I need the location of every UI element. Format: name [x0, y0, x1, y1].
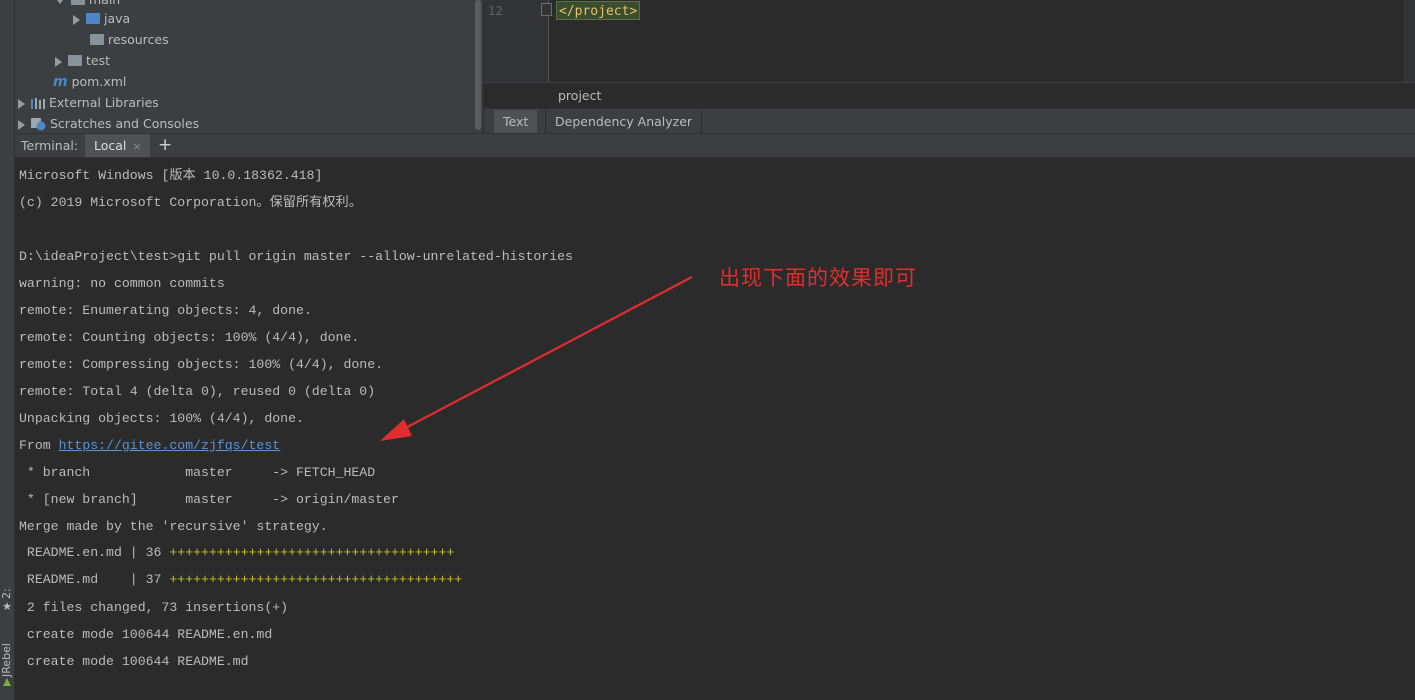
tree-item-label: test: [86, 53, 111, 68]
code-line[interactable]: </project>: [556, 1, 641, 20]
terminal-line: remote: Total 4 (delta 0), reused 0 (del…: [19, 384, 376, 399]
source-folder-icon: [86, 13, 100, 24]
favorites-tab[interactable]: 2: Favorites: [0, 537, 26, 599]
tree-item-scratches[interactable]: Scratches and Consoles: [18, 113, 199, 133]
star-icon: ★: [2, 600, 12, 613]
from-prefix: From: [19, 438, 59, 453]
resources-folder-icon: [90, 34, 104, 45]
tree-scrollbar-thumb[interactable]: [475, 0, 481, 130]
remote-url-link[interactable]: https://gitee.com/zjfqs/test: [59, 438, 281, 453]
terminal-line: create mode 100644 README.md: [19, 654, 249, 669]
diffstat-line: README.md | 37 +++++++++++++++++++++++++…: [19, 570, 462, 590]
tab-dependency-analyzer[interactable]: Dependency Analyzer: [545, 110, 703, 133]
new-terminal-button[interactable]: +: [158, 135, 172, 155]
terminal-line: warning: no common commits: [19, 276, 225, 291]
terminal-label: Terminal:: [21, 138, 79, 153]
tree-item-label: resources: [108, 32, 169, 47]
tree-item-test[interactable]: test: [55, 50, 110, 71]
tree-item-resources[interactable]: resources: [90, 29, 169, 50]
terminal-line: remote: Counting objects: 100% (4/4), do…: [19, 330, 360, 345]
terminal-command-line: D:\ideaProject\test>git pull origin mast…: [19, 249, 573, 264]
terminal-line: * branch master -> FETCH_HEAD: [19, 465, 376, 480]
terminal-tab-local[interactable]: Local ×: [85, 134, 150, 157]
annotation-text: 出现下面的效果即可: [719, 266, 917, 290]
folder-icon: [71, 0, 85, 5]
tree-item-external-libraries[interactable]: External Libraries: [18, 92, 159, 113]
breadcrumb[interactable]: project: [558, 88, 601, 103]
tree-item-label: External Libraries: [49, 95, 159, 110]
terminal-line: create mode 100644 README.en.md: [19, 627, 273, 642]
chevron-right-icon[interactable]: [18, 98, 25, 109]
terminal-line: Unpacking objects: 100% (4/4), done.: [19, 411, 304, 426]
tree-item-label: main: [89, 0, 120, 7]
terminal-from-line: From https://gitee.com/zjfqs/test: [19, 436, 280, 456]
chevron-right-icon[interactable]: [18, 119, 25, 130]
diffstat-plus: ++++++++++++++++++++++++++++++++++++: [169, 545, 455, 560]
tree-item-label: java: [104, 11, 131, 26]
tree-item-label: Scratches and Consoles: [50, 116, 200, 131]
library-icon: [31, 98, 45, 109]
line-number: 12: [488, 3, 504, 18]
breadcrumb-bar: [484, 82, 1415, 109]
maven-icon: m: [53, 74, 68, 90]
chevron-right-icon[interactable]: [55, 56, 62, 67]
folder-icon: [68, 55, 82, 66]
terminal-header: [15, 133, 1415, 158]
tree-item-label: pom.xml: [71, 74, 127, 89]
jrebel-tab[interactable]: JRebel: [0, 635, 14, 677]
chevron-down-icon[interactable]: [55, 0, 65, 4]
terminal-line: Microsoft Windows [版本 10.0.18362.418]: [19, 168, 323, 183]
diffstat-plus: +++++++++++++++++++++++++++++++++++++: [169, 572, 463, 587]
diffstat-file: README.md | 37: [19, 572, 170, 587]
terminal-line: remote: Compressing objects: 100% (4/4),…: [19, 357, 384, 372]
terminal-line: 2 files changed, 73 insertions(+): [19, 600, 289, 615]
editor-error-stripe: [1403, 0, 1415, 82]
project-tree-panel: main java resources test mpom.xml Extern…: [15, 0, 473, 133]
terminal-tab-label: Local: [94, 138, 127, 153]
terminal-line: (c) 2019 Microsoft Corporation。保留所有权利。: [19, 195, 362, 210]
terminal-line: Merge made by the 'recursive' strategy.: [19, 519, 328, 534]
tree-item-pom[interactable]: m pom.xml: [53, 71, 126, 92]
diffstat-line: README.en.md | 36 ++++++++++++++++++++++…: [19, 543, 454, 563]
scratches-icon: [31, 118, 46, 131]
terminal-output[interactable]: [15, 158, 1415, 700]
jrebel-icon: [3, 678, 11, 686]
fold-icon[interactable]: [541, 3, 552, 16]
tree-item-java[interactable]: java: [73, 8, 130, 29]
tab-text[interactable]: Text: [494, 110, 538, 133]
chevron-right-icon[interactable]: [73, 14, 80, 25]
terminal-line: * [new branch] master -> origin/master: [19, 492, 399, 507]
diffstat-file: README.en.md | 36: [19, 545, 170, 560]
terminal-line: remote: Enumerating objects: 4, done.: [19, 303, 312, 318]
close-icon[interactable]: ×: [132, 140, 141, 153]
